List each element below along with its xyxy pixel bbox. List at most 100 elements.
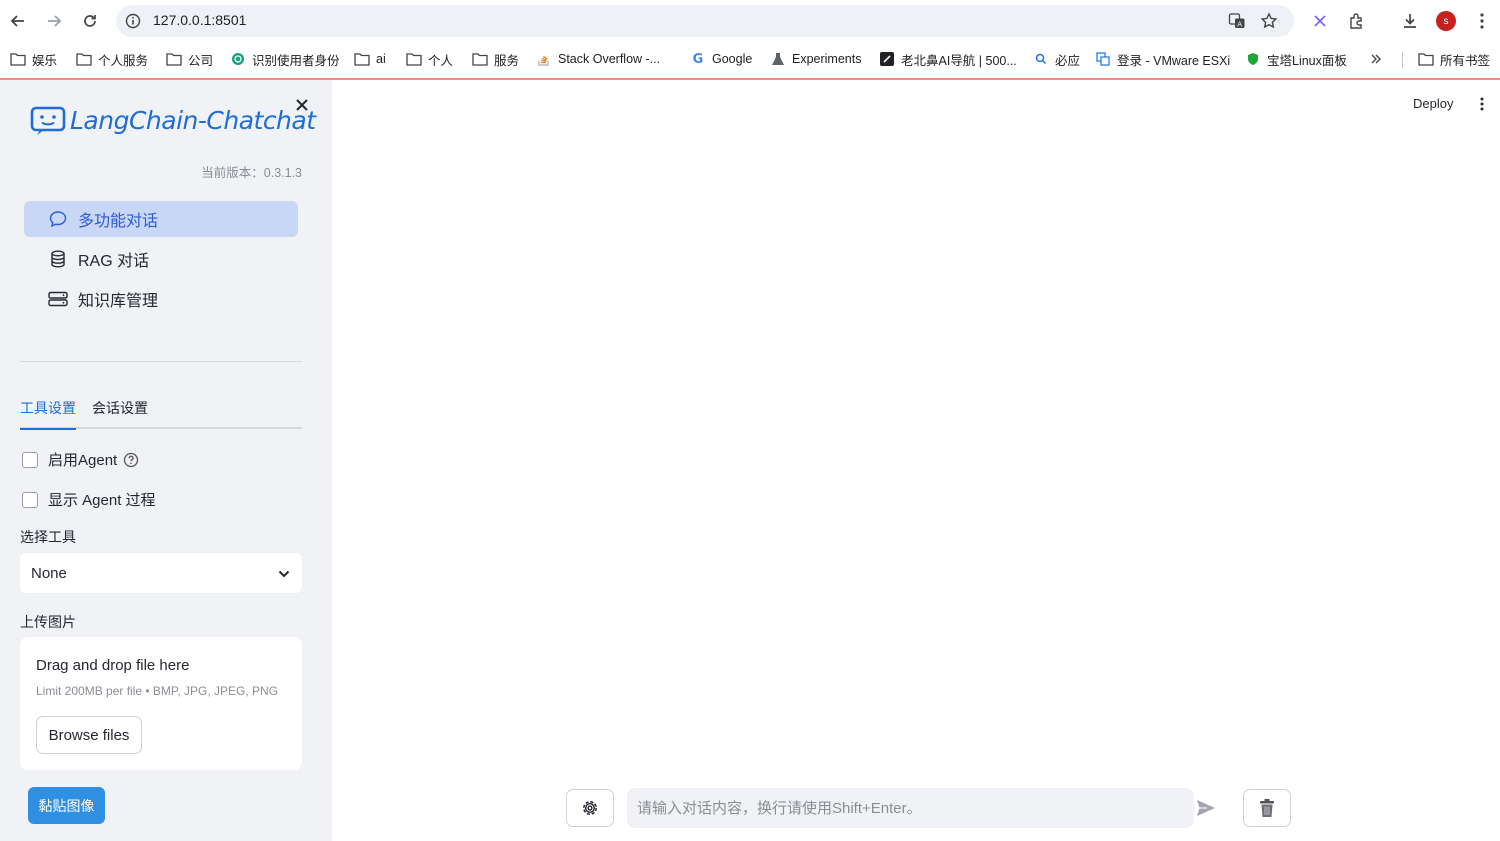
reload-icon[interactable] (78, 9, 102, 33)
folder-icon (406, 51, 422, 67)
menu-item-label: RAG 对话 (78, 253, 150, 270)
all-bookmarks-label: 所有书签 (1440, 53, 1491, 68)
bookmark-item[interactable]: 个人服务 (76, 50, 148, 68)
bookmark-item[interactable]: 个人 (406, 50, 453, 68)
bookmark-label: Stack Overflow -... (558, 52, 661, 66)
bookmark-item[interactable]: Experiments (770, 50, 861, 68)
enable-agent-checkbox[interactable] (22, 451, 38, 468)
help-icon[interactable] (123, 452, 139, 468)
trash-icon (1260, 799, 1274, 817)
show-agent-process-label: 显示 Agent 过程 (48, 492, 156, 509)
tab-tool-settings[interactable]: 工具设置 (20, 398, 76, 430)
menu-item-multi-chat[interactable]: 多功能对话 (24, 201, 298, 237)
menu-item-knowledge-base[interactable]: 知识库管理 (24, 281, 298, 317)
dropzone-title: Drag and drop file here (36, 657, 190, 674)
send-icon[interactable] (1195, 797, 1217, 819)
stackoverflow-icon (536, 51, 552, 67)
select-tool-dropdown[interactable]: None (20, 553, 302, 593)
browse-files-button[interactable]: Browse files (36, 716, 142, 754)
bookmark-label: 个人服务 (98, 53, 149, 68)
bookmark-item[interactable]: G Google (690, 50, 753, 68)
folder-icon (10, 51, 26, 67)
bookmark-item[interactable]: Stack Overflow -... (536, 50, 660, 68)
bookmark-label: Experiments (792, 52, 862, 66)
dropzone-limit: Limit 200MB per file • BMP, JPG, JPEG, P… (36, 684, 279, 698)
menu-item-label: 多功能对话 (78, 213, 159, 230)
paste-image-button[interactable]: 黏贴图像 (28, 787, 105, 824)
browser-toolbar: 127.0.0.1:8501 A s (0, 0, 1500, 42)
bookmark-label: 登录 - VMware ESXi (1117, 53, 1231, 68)
bookmark-item[interactable]: 服务 (472, 50, 519, 68)
bookmark-item[interactable]: ai (354, 50, 386, 68)
folder-icon (166, 51, 182, 67)
profile-avatar[interactable]: s (1436, 11, 1456, 31)
download-icon[interactable] (1399, 10, 1421, 32)
enable-agent-checkbox-row[interactable]: 启用Agent (22, 449, 139, 470)
site-info-icon[interactable] (124, 12, 142, 30)
vmware-icon (1095, 51, 1111, 67)
extensions-puzzle-icon[interactable] (1346, 10, 1368, 32)
bookmark-item[interactable]: 必应 (1033, 50, 1080, 68)
bookmark-label: 公司 (188, 53, 214, 68)
folder-icon (1418, 51, 1434, 67)
folder-icon (354, 51, 370, 67)
all-bookmarks[interactable]: 所有书签 (1418, 50, 1490, 68)
bookmark-label: 服务 (494, 53, 520, 68)
bing-icon (1033, 51, 1049, 67)
chat-logo-icon (30, 106, 66, 135)
bookmark-label: 娱乐 (32, 53, 58, 68)
folder-icon (472, 51, 488, 67)
bookmark-item[interactable]: 识别使用者身份 (230, 50, 340, 68)
bookmark-star-icon[interactable] (1259, 11, 1279, 31)
forward-arrow-icon[interactable] (42, 9, 66, 33)
show-agent-process-checkbox[interactable] (22, 491, 38, 508)
svg-text:A: A (1237, 21, 1242, 29)
database-icon (48, 249, 68, 269)
bookmark-item[interactable]: 宝塔Linux面板 (1245, 50, 1347, 68)
google-icon: G (692, 51, 704, 67)
sidebar: LangChain-Chatchat 当前版本：0.3.1.3 多功能对话 RA… (0, 80, 332, 841)
file-dropzone[interactable]: Drag and drop file here Limit 200MB per … (20, 637, 302, 770)
translate-icon[interactable]: A (1227, 11, 1247, 31)
bookmarks-overflow-icon[interactable] (1370, 50, 1382, 68)
chevron-down-icon (278, 565, 290, 582)
back-arrow-icon[interactable] (6, 9, 30, 33)
enable-agent-label: 启用Agent (48, 452, 118, 469)
show-agent-process-checkbox-row[interactable]: 显示 Agent 过程 (22, 489, 156, 510)
bookmark-item[interactable]: 娱乐 (10, 50, 57, 68)
chrome-menu-icon[interactable] (1471, 10, 1493, 32)
address-bar[interactable]: 127.0.0.1:8501 A (116, 5, 1294, 37)
select-tool-label: 选择工具 (20, 529, 76, 545)
app-logo: LangChain-Chatchat (30, 104, 316, 136)
folder-icon (76, 51, 92, 67)
chat-input-bar (566, 787, 1292, 828)
site-icon (879, 51, 895, 67)
bookmark-item[interactable]: 老北鼻AI导航 | 500... (879, 50, 1017, 68)
chat-settings-button[interactable] (566, 789, 614, 827)
settings-tabs: 工具设置 会话设置 (20, 396, 302, 430)
upload-image-label: 上传图片 (20, 614, 76, 630)
chat-bubble-icon (48, 209, 68, 229)
menu-item-rag-chat[interactable]: RAG 对话 (24, 241, 298, 277)
bookmark-label: 老北鼻AI导航 | 500... (901, 53, 1017, 68)
gear-icon (583, 801, 597, 815)
tab-session-settings[interactable]: 会话设置 (92, 398, 148, 428)
bookmark-label: 个人 (428, 53, 454, 68)
bookmark-label: 必应 (1055, 53, 1081, 68)
bookmark-label: ai (376, 52, 386, 66)
bookmark-label: Google (712, 52, 753, 66)
select-tool-value: None (31, 564, 67, 582)
deploy-button[interactable]: Deploy (1413, 96, 1453, 111)
extension-x-icon[interactable] (1309, 10, 1331, 32)
menu-item-label: 知识库管理 (78, 293, 159, 310)
clear-chat-button[interactable] (1243, 789, 1291, 827)
chat-input[interactable] (627, 788, 1194, 828)
bookmark-item[interactable]: 公司 (166, 50, 213, 68)
sidebar-divider (20, 361, 302, 362)
bookmark-item[interactable]: 登录 - VMware ESXi (1095, 50, 1230, 68)
bookmarks-separator (1402, 52, 1403, 68)
shield-icon (1245, 51, 1261, 67)
bookmark-label: 识别使用者身份 (252, 53, 340, 68)
app-menu-icon[interactable] (1472, 94, 1492, 114)
url-text: 127.0.0.1:8501 (153, 12, 247, 28)
